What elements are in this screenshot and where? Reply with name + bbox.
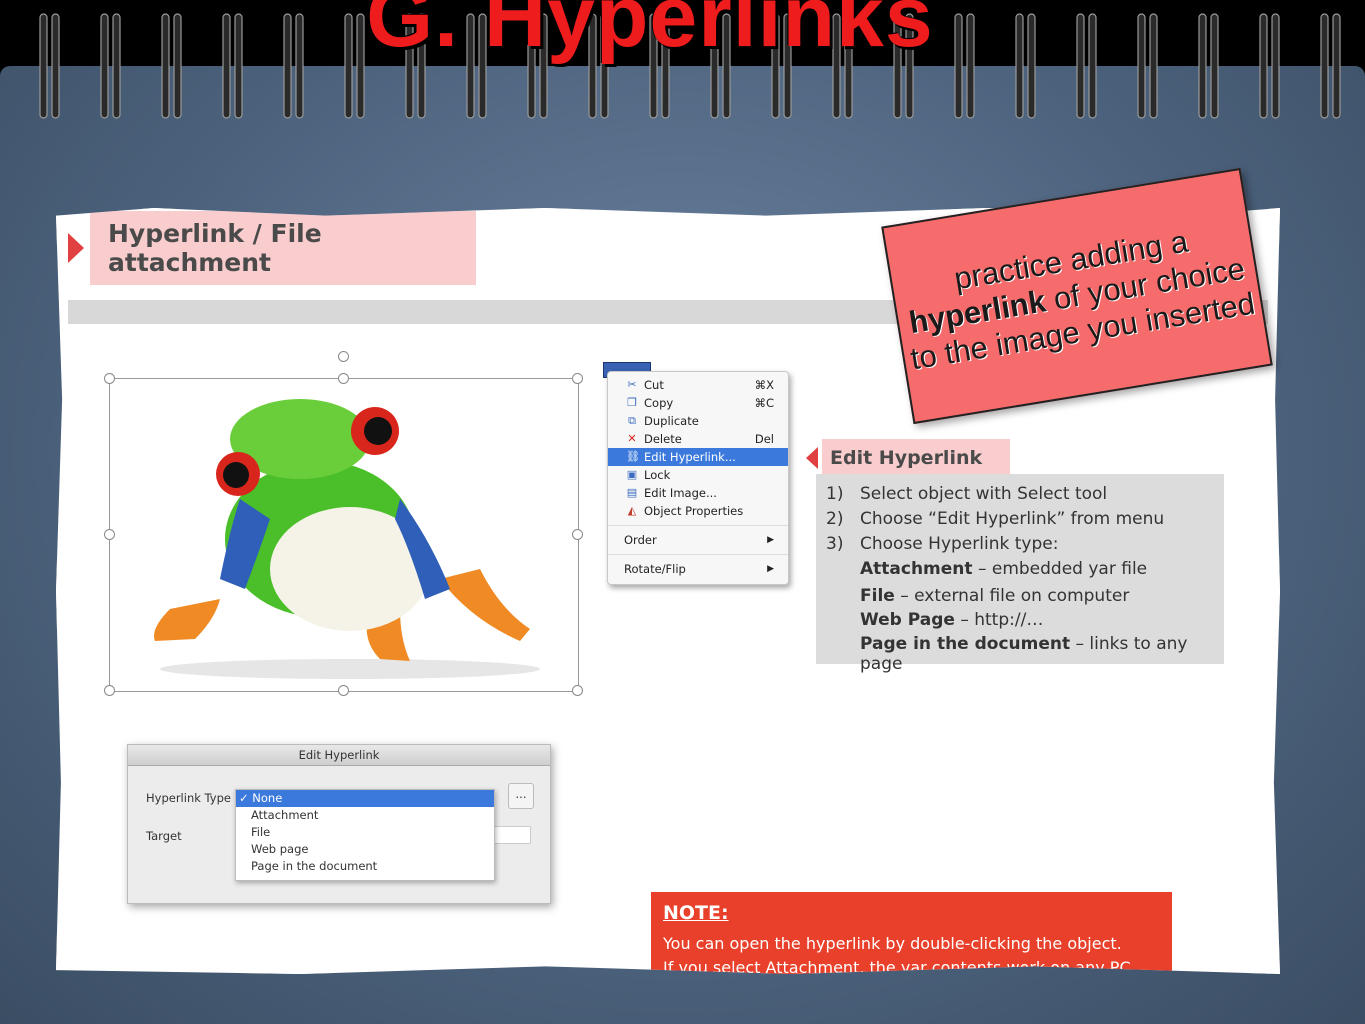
scissors-icon: ✂ (627, 378, 637, 391)
menu-item-label: Copy (644, 396, 674, 410)
menu-item-label: Delete (644, 432, 682, 446)
menu-separator (608, 525, 788, 526)
instructions-box: 1) Select object with Select tool 2) Choos… (816, 474, 1224, 674)
dropdown-option-attachment[interactable]: Attachment (236, 807, 494, 824)
type-desc: – embedded yar file (972, 559, 1148, 579)
menu-item-edit-image[interactable]: ▤ Edit Image... (608, 484, 788, 502)
shortcut-label: Del (754, 432, 774, 446)
type-name: Page in the document (860, 634, 1071, 654)
lock-icon: ▣ (626, 468, 638, 481)
menu-item-delete[interactable]: ✕ Delete Del (608, 430, 788, 448)
type-web-page: Web Page – http://… (860, 610, 1043, 630)
menu-item-rotate-flip[interactable]: Rotate/Flip ▶ (608, 560, 788, 578)
heading-arrow-icon (68, 233, 84, 263)
menu-item-label: Order (624, 533, 657, 547)
resize-handle-bottom[interactable] (338, 685, 349, 696)
menu-item-object-properties[interactable]: ◭ Object Properties (608, 502, 788, 520)
shortcut-label: ⌘X (754, 378, 774, 392)
resize-handle-top-left[interactable] (104, 373, 115, 384)
step-text: Choose Hyperlink type: (860, 534, 1059, 554)
menu-item-label: Edit Image... (644, 486, 717, 500)
heading-arrow-icon (806, 447, 818, 469)
browse-button[interactable]: ... (508, 783, 534, 809)
dropdown-option-none[interactable]: ✓ None (236, 790, 494, 807)
note-line-1: You can open the hyperlink by double-cli… (663, 934, 1122, 953)
dropdown-option-page-in-document[interactable]: Page in the document (236, 858, 494, 875)
submenu-arrow-icon: ▶ (767, 564, 774, 574)
menu-item-label: Rotate/Flip (624, 562, 686, 576)
resize-handle-right[interactable] (572, 529, 583, 540)
menu-item-duplicate[interactable]: ⧉ Duplicate (608, 412, 788, 430)
step-1: 1) Select object with Select tool (826, 484, 1107, 504)
menu-item-copy[interactable]: ❐ Copy ⌘C (608, 394, 788, 412)
submenu-arrow-icon: ▶ (767, 535, 774, 545)
menu-item-order[interactable]: Order ▶ (608, 531, 788, 549)
dropdown-option-file[interactable]: File (236, 824, 494, 841)
context-menu: ✂ Cut ⌘X ❐ Copy ⌘C ⧉ Duplicate ✕ Delete … (607, 371, 789, 585)
delete-icon: ✕ (627, 432, 637, 445)
image-icon: ▤ (626, 486, 638, 499)
type-attachment: Attachment – embedded yar file (860, 559, 1147, 579)
resize-handle-top[interactable] (338, 373, 349, 384)
resize-handle-top-right[interactable] (572, 373, 583, 384)
menu-item-label: Edit Hyperlink... (644, 450, 736, 464)
resize-handle-bottom-right[interactable] (572, 685, 583, 696)
menu-item-lock[interactable]: ▣ Lock (608, 466, 788, 484)
dropdown-option-web-page[interactable]: Web page (236, 841, 494, 858)
note-box: NOTE: You can open the hyperlink by doub… (651, 892, 1172, 974)
slide-heading-label: Hyperlink / File attachment (90, 211, 476, 285)
menu-item-label: Duplicate (644, 414, 699, 428)
type-desc: – external file on computer (894, 586, 1130, 606)
menu-item-label: Cut (644, 378, 664, 392)
type-name: Attachment (860, 559, 973, 579)
slide-heading: Hyperlink / File attachment (56, 211, 476, 285)
target-field[interactable] (493, 826, 531, 844)
rotate-handle[interactable] (338, 351, 349, 362)
hyperlink-type-dropdown[interactable]: ✓ None Attachment File Web page Page in … (235, 789, 495, 881)
duplicate-icon: ⧉ (628, 414, 636, 427)
selected-image-frame[interactable] (104, 351, 583, 696)
link-icon: ⛓ (626, 450, 640, 463)
properties-icon: ◭ (627, 504, 637, 517)
step-3: 3) Choose Hyperlink type: (826, 534, 1058, 554)
edit-hyperlink-heading-label: Edit Hyperlink (822, 439, 1011, 477)
dialog-title: Edit Hyperlink (128, 745, 550, 766)
sticky-note-text: practice adding a hyperlink of your choi… (891, 214, 1264, 379)
page-title: G. Hyperlinks (366, 0, 934, 65)
menu-item-edit-hyperlink[interactable]: ⛓ Edit Hyperlink... (608, 448, 788, 466)
menu-separator (608, 554, 788, 555)
step-number: 2) (826, 509, 844, 529)
step-2: 2) Choose “Edit Hyperlink” from menu (826, 509, 1164, 529)
type-file: File – external file on computer (860, 586, 1129, 606)
type-desc: – http://… (954, 610, 1044, 630)
type-page-in-document: Page in the document – links to any page (860, 634, 1224, 674)
type-name: File (860, 586, 895, 606)
edit-hyperlink-dialog: Edit Hyperlink Hyperlink Type Target ...… (127, 744, 551, 904)
step-number: 1) (826, 484, 844, 504)
menu-item-label: Lock (644, 468, 671, 482)
frog-image (154, 399, 540, 679)
resize-handle-bottom-left[interactable] (104, 685, 115, 696)
resize-handle-left[interactable] (104, 529, 115, 540)
shortcut-label: ⌘C (754, 396, 774, 410)
target-label: Target (146, 829, 182, 843)
note-heading: NOTE: (663, 902, 729, 924)
step-text: Select object with Select tool (860, 484, 1108, 504)
menu-item-label: Object Properties (644, 504, 744, 518)
hyperlink-type-label: Hyperlink Type (146, 791, 231, 805)
type-name: Web Page (860, 610, 955, 630)
step-text: Choose “Edit Hyperlink” from menu (860, 509, 1165, 529)
menu-item-cut[interactable]: ✂ Cut ⌘X (608, 376, 788, 394)
copy-icon: ❐ (627, 396, 637, 409)
step-number: 3) (826, 534, 844, 554)
